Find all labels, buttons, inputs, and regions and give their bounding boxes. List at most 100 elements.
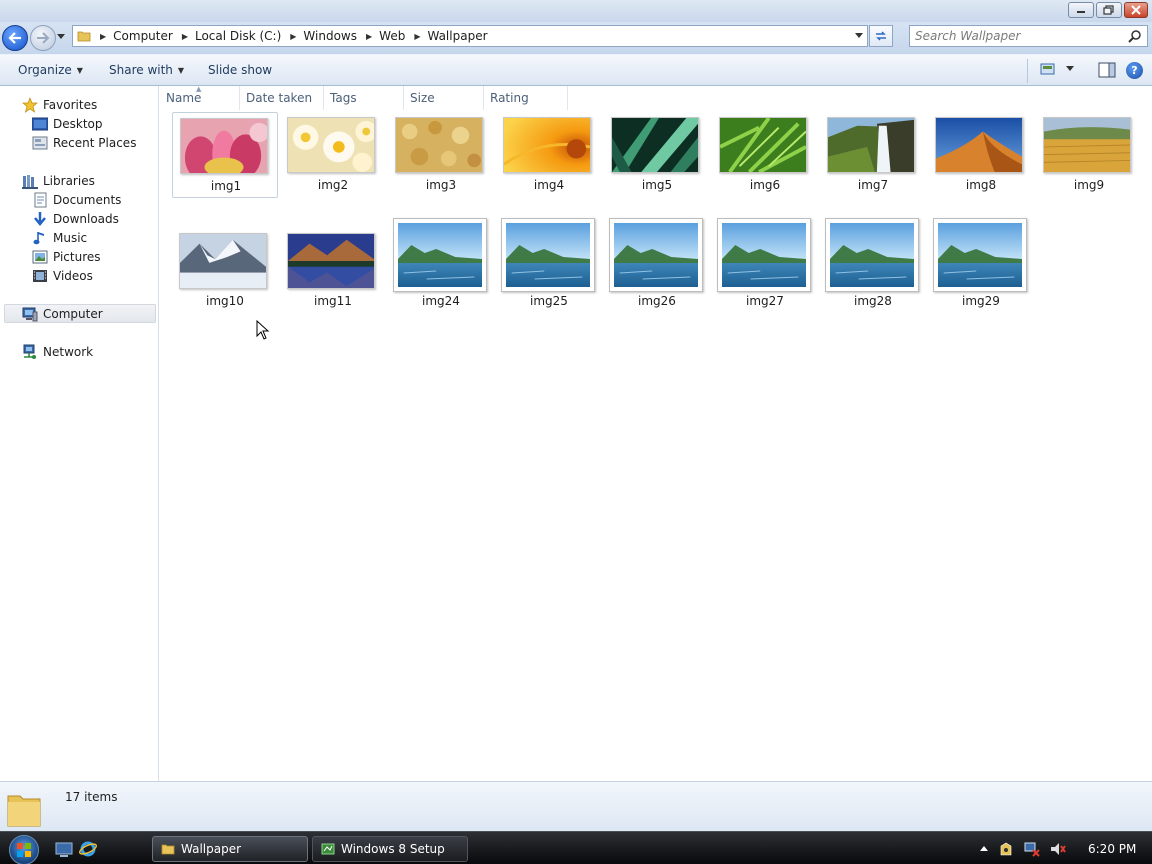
nav-favorites[interactable]: Favorites [22,95,97,114]
file-tile[interactable]: img9 [1036,112,1142,198]
column-header-tags[interactable]: Tags [324,86,404,110]
file-tile[interactable]: img5 [604,112,710,198]
forward-button[interactable] [30,25,56,51]
file-tile[interactable]: img4 [496,112,602,198]
file-name: img26 [638,294,676,308]
show-hidden-icons-icon[interactable] [980,845,988,852]
action-center-icon[interactable] [998,841,1014,857]
white-flowers-thumbnail [287,117,375,173]
help-button[interactable]: ? [1126,62,1143,79]
file-name: img25 [530,294,568,308]
file-name: img10 [206,294,244,308]
nav-videos[interactable]: Videos [32,266,93,285]
fern-thumbnail [719,117,807,173]
file-tile[interactable]: img8 [928,112,1034,198]
file-tile[interactable]: img6 [712,112,818,198]
show-desktop-icon[interactable] [55,840,73,858]
change-view-button[interactable] [1040,62,1074,76]
volume-muted-icon[interactable] [1050,841,1066,857]
breadcrumb-arrow-icon[interactable]: ▶ [182,32,188,41]
network-icon[interactable] [1024,841,1040,857]
forward-arrow-icon [37,32,50,44]
breadcrumb-web[interactable]: Web [379,29,405,43]
nav-computer[interactable]: Computer [4,304,156,323]
file-tile[interactable]: img3 [388,112,494,198]
breadcrumb-wallpaper[interactable]: Wallpaper [427,29,487,43]
nav-downloads[interactable]: Downloads [32,209,119,228]
refresh-button[interactable] [869,25,893,47]
organize-button[interactable]: Organize ▼ [18,63,83,77]
column-header-rating[interactable]: Rating [484,86,568,110]
file-tile[interactable]: img29 [928,218,1034,308]
minimize-button[interactable] [1068,2,1094,18]
taskbar-item-wallpaper[interactable]: Wallpaper [152,836,308,862]
help-icon: ? [1131,64,1138,77]
search-icon[interactable] [1128,29,1142,43]
toolbar-divider [1027,59,1028,83]
lake-landscape-thumbnail [501,218,595,292]
file-tile[interactable]: img28 [820,218,926,308]
wheat-field-thumbnail [1043,117,1131,173]
maximize-button[interactable] [1096,2,1122,18]
file-name: img7 [857,178,889,192]
recent-pages-dropdown-icon[interactable] [57,34,65,40]
breadcrumb-arrow-icon[interactable]: ▶ [414,32,420,41]
search-input[interactable] [910,26,1120,46]
file-tile[interactable]: img7 [820,112,926,198]
star-icon [22,96,38,113]
address-bar[interactable]: ▶ Computer ▶ Local Disk (C:) ▶ Windows ▶… [72,25,868,47]
file-tile[interactable]: img10 [172,220,278,308]
share-with-button[interactable]: Share with ▼ [109,63,184,77]
documents-icon [32,192,48,208]
breadcrumb-arrow-icon[interactable]: ▶ [100,32,106,41]
internet-explorer-icon[interactable] [79,840,97,858]
close-button[interactable] [1124,2,1148,18]
file-tile[interactable]: img1 [172,112,278,198]
column-header-size[interactable]: Size [404,86,484,110]
nav-desktop[interactable]: Desktop [32,114,103,133]
share-with-label: Share with [109,63,173,77]
preview-pane-button[interactable] [1098,62,1116,81]
clock[interactable]: 6:20 PM [1088,842,1136,856]
breadcrumb-arrow-icon[interactable]: ▶ [290,32,296,41]
breadcrumb-computer[interactable]: Computer [113,29,173,43]
taskbar-item-windows-8-setup[interactable]: Windows 8 Setup [312,836,468,862]
breadcrumb-arrow-icon[interactable]: ▶ [366,32,372,41]
file-tile[interactable]: img25 [496,218,602,308]
recent-places-icon [32,135,48,151]
nav-favorites-label: Favorites [43,97,98,112]
nav-network[interactable]: Network [22,342,93,361]
nav-documents[interactable]: Documents [32,190,121,209]
column-header-date-taken[interactable]: Date taken [240,86,324,110]
back-button[interactable] [2,25,28,51]
command-bar: Organize ▼ Share with ▼ Slide show ? [0,54,1152,86]
file-tile[interactable]: img24 [388,218,494,308]
file-name: img6 [749,178,781,192]
slide-show-button[interactable]: Slide show [208,63,272,77]
nav-pictures[interactable]: Pictures [32,247,101,266]
nav-libraries-label: Libraries [43,173,95,188]
nav-libraries[interactable]: Libraries [22,171,95,190]
nav-recent-places-label: Recent Places [53,135,137,150]
file-tile[interactable]: img11 [280,220,386,308]
minimize-icon [1077,11,1085,13]
file-tile[interactable]: img27 [712,218,818,308]
nav-music-label: Music [53,230,88,245]
file-name: img24 [422,294,460,308]
file-tile[interactable]: img2 [280,112,386,198]
search-box[interactable] [909,25,1148,47]
nav-computer-label: Computer [43,306,103,321]
network-icon [22,344,38,360]
start-button[interactable] [4,834,44,864]
breadcrumb-windows[interactable]: Windows [303,29,357,43]
nav-music[interactable]: Music [32,228,87,247]
column-header-name[interactable]: ▲ Name [160,85,240,110]
address-dropdown-icon[interactable] [855,33,863,39]
organize-label: Organize [18,63,72,77]
refresh-icon [876,31,886,41]
nav-recent-places[interactable]: Recent Places [32,133,136,152]
library-icon [22,173,38,189]
file-tile[interactable]: img26 [604,218,710,308]
green-leaves-thumbnail [611,117,699,173]
breadcrumb-local-disk[interactable]: Local Disk (C:) [195,29,281,43]
